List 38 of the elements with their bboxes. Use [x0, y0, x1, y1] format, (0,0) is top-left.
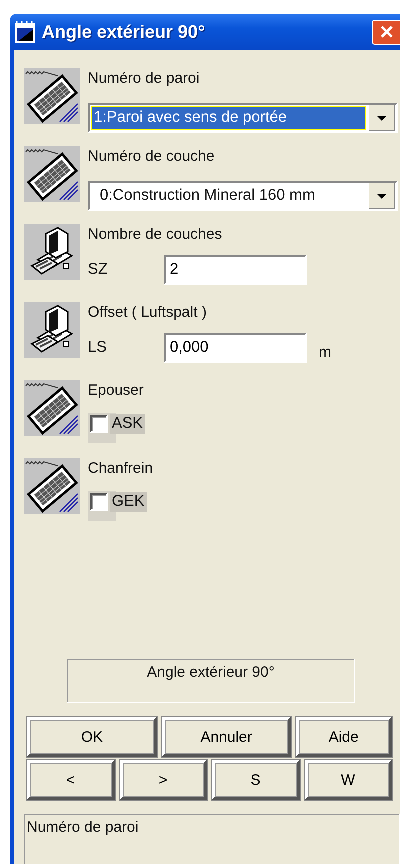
section-label: Numéro de couche [88, 147, 215, 167]
checkbox-label: ASK [110, 414, 146, 434]
input-field[interactable]: 0,000 [164, 333, 307, 363]
caret-icon [369, 183, 395, 209]
dropdown[interactable]: 1:Paroi avec sens de portée [88, 103, 398, 133]
section-label: Offset ( Luftspalt ) [88, 303, 207, 323]
keyboard-icon [24, 380, 80, 436]
section-label: Nombre de couches [88, 225, 222, 245]
keyboard-icon [24, 68, 80, 124]
close-icon [380, 25, 394, 39]
section-label: Numéro de paroi [88, 69, 200, 89]
close-button[interactable] [372, 20, 400, 44]
dialog-button[interactable]: Aide [296, 717, 392, 757]
dialog-button[interactable]: OK [27, 717, 158, 757]
app-icon [14, 20, 36, 44]
dialog-button[interactable]: S [212, 760, 300, 800]
dialog-button[interactable]: W [304, 760, 392, 800]
dialog-button[interactable]: > [120, 760, 207, 800]
section-label: Chanfrein [88, 459, 154, 479]
info-box: Angle extérieur 90° [67, 659, 355, 703]
keyboard-icon [24, 146, 80, 202]
caret-icon [369, 105, 395, 131]
input-field[interactable]: 2 [164, 255, 307, 285]
dialog-button[interactable]: < [27, 760, 114, 800]
computer-icon [24, 224, 80, 280]
status-box: Numéro de paroi [24, 814, 400, 864]
field-label: LS [88, 339, 108, 357]
dropdown[interactable]: 0:Construction Mineral 160 mm [88, 181, 398, 211]
dialog-button[interactable]: Annuler [162, 717, 291, 757]
unit-label: m [319, 344, 332, 360]
section-label: Epouser [88, 381, 144, 401]
checkbox[interactable] [90, 415, 108, 433]
field-label: SZ [88, 261, 109, 279]
checkbox-label: GEK [110, 492, 147, 512]
keyboard-icon [24, 458, 80, 514]
computer-icon [24, 302, 80, 358]
checkbox[interactable] [90, 493, 108, 511]
window-title: Angle extérieur 90° [42, 22, 206, 42]
